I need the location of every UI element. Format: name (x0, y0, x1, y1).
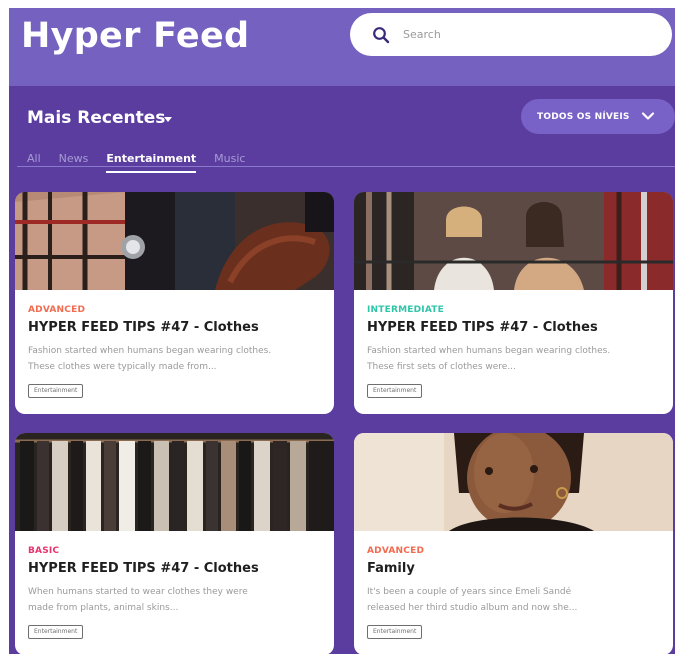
card-tag[interactable]: Entertainment (367, 625, 423, 639)
clothes-closeup-image (15, 192, 334, 290)
card-tag[interactable]: Entertainment (28, 384, 84, 398)
level-filter-button[interactable]: TODOS OS NÍVEIS (521, 99, 675, 134)
card-tag[interactable]: Entertainment (367, 384, 423, 398)
tab-music[interactable]: Music (214, 152, 245, 173)
card-description: When humans started to wear clothes they… (28, 587, 248, 613)
tab-entertainment[interactable]: Entertainment (106, 152, 196, 173)
card-level: ADVANCED (28, 305, 86, 315)
sort-dropdown[interactable]: Mais Recentes (27, 108, 165, 128)
card-description: Fashion started when humans began wearin… (367, 346, 611, 372)
tab-news[interactable]: News (59, 152, 89, 173)
portrait-woman-image (354, 433, 673, 531)
clothing-rack-image (15, 433, 334, 531)
app-window: Hyper Feed Search Mais Recentes TODOS OS… (9, 8, 675, 654)
feed-card[interactable]: ADVANCED HYPER FEED TIPS #47 - Clothes F… (15, 192, 334, 414)
tabs-divider (17, 166, 675, 167)
card-description: It's been a couple of years since Emeli … (367, 587, 578, 613)
feed-card[interactable]: ADVANCED Family It's been a couple of ye… (354, 433, 673, 654)
search-bar[interactable]: Search (350, 13, 672, 56)
top-bar: Hyper Feed Search (9, 8, 675, 86)
card-level: BASIC (28, 546, 60, 556)
card-tag[interactable]: Entertainment (28, 625, 84, 639)
card-title: HYPER FEED TIPS #47 - Clothes (367, 320, 598, 335)
card-level: ADVANCED (367, 546, 425, 556)
card-description: Fashion started when humans began wearin… (28, 346, 272, 372)
search-icon (373, 26, 390, 43)
shopping-women-image (354, 192, 673, 290)
search-input[interactable]: Search (403, 28, 441, 41)
tab-all[interactable]: All (27, 152, 41, 173)
caret-down-icon[interactable] (164, 117, 172, 122)
feed-card[interactable]: INTERMEDIATE HYPER FEED TIPS #47 - Cloth… (354, 192, 673, 414)
card-level: INTERMEDIATE (367, 305, 444, 315)
filter-bar: Mais Recentes TODOS OS NÍVEIS All News E… (9, 96, 675, 176)
app-title: Hyper Feed (21, 16, 250, 56)
level-filter-label: TODOS OS NÍVEIS (537, 111, 630, 122)
category-tabs: All News Entertainment Music (27, 152, 263, 173)
card-title: HYPER FEED TIPS #47 - Clothes (28, 561, 259, 576)
card-title: Family (367, 561, 415, 576)
card-title: HYPER FEED TIPS #47 - Clothes (28, 320, 259, 335)
feed-card[interactable]: BASIC HYPER FEED TIPS #47 - Clothes When… (15, 433, 334, 654)
chevron-down-icon (641, 112, 655, 120)
